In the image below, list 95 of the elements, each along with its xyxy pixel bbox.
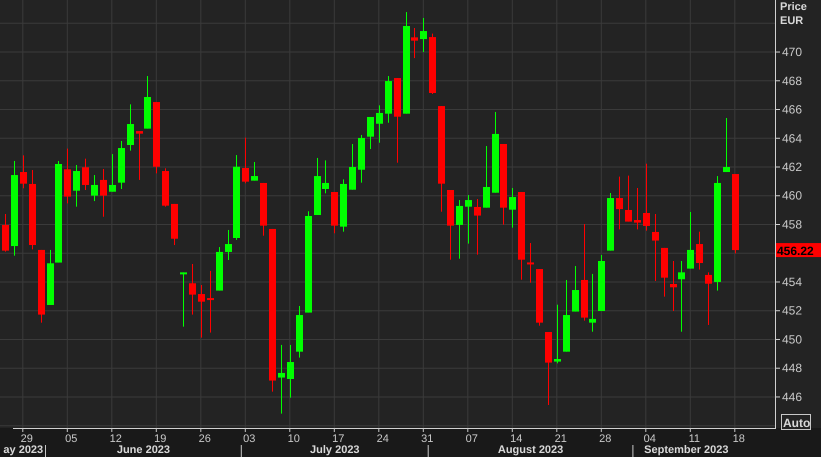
candlestick [465,195,472,244]
axis-label: 14 [510,433,522,445]
candlestick [91,175,98,202]
candlestick [661,248,668,297]
candlestick [118,141,125,189]
axis-label: 04 [644,433,656,445]
candlestick [483,146,490,208]
candlestick [429,34,436,94]
candlestick [509,188,516,228]
candlestick [687,212,694,269]
axis-label: 11 [688,433,700,445]
candlestick [260,182,267,236]
candlestick [251,162,258,181]
axis-label: 17 [332,433,344,445]
candlestick [367,117,374,150]
candlestick [643,164,650,231]
axis-label: 464 [782,131,802,146]
candlestick [420,18,427,52]
candlestick [358,134,365,183]
axis-label: 462 [782,160,802,174]
axis-label: 24 [376,433,389,445]
candlestick [242,138,249,184]
axis-label: 18 [732,433,745,445]
axis-label: 31 [421,433,434,445]
candlestick [331,192,338,234]
candlestick [616,176,623,230]
candlestick [296,306,303,358]
candlestick [198,285,205,338]
candlestick [385,76,392,123]
candlestick [207,270,214,333]
candlestick [287,344,294,398]
candlestick [278,344,285,414]
candlestick [554,304,561,364]
candlestick [607,193,614,251]
candlestick [652,214,659,281]
candlestick [456,200,463,259]
candlestick [474,199,481,255]
axis-label: 458 [782,218,802,232]
candlestick [376,105,383,143]
axis-label: 450 [782,332,802,346]
candlestick [109,154,116,192]
axis-title: Price [780,1,807,13]
auto-button[interactable]: Auto [781,414,811,430]
axis-label: 12 [110,433,122,445]
axis-label: 28 [599,433,612,445]
axis-label: 460 [782,188,802,203]
candlestick [572,266,579,312]
axis-label: 21 [554,433,567,445]
axis-label: 448 [782,361,802,376]
last-price-badge: 456.22 [776,243,821,258]
candlestick [20,155,27,188]
candlestick [696,232,703,270]
axis-label: 454 [782,274,802,289]
candlestick [349,144,356,190]
axis-label: 29 [20,433,33,445]
candlestick [340,179,347,232]
candlestick [216,247,223,291]
axis-label: 03 [243,433,256,445]
candlestick [625,176,632,222]
candlestick [73,165,80,207]
candlestick [447,190,454,260]
currency-label: EUR [780,15,804,27]
month-label: August 2023 [498,444,564,456]
candlestick [100,169,107,217]
axis-label: 452 [782,304,802,318]
candlestick [162,168,169,207]
candlestick [64,148,71,204]
axis-label: 10 [288,433,300,445]
candlestick [127,104,134,151]
axis-label: 05 [65,433,78,445]
axis-label: 07 [466,433,478,445]
month-label: ay 2023 [3,444,44,456]
axis-label: 466 [782,102,802,117]
month-label: June 2023 [116,444,170,456]
candlestick [82,158,89,190]
candlestick [189,264,196,315]
candlestick [153,102,160,174]
candlestick [2,214,9,252]
candlestick [598,254,605,311]
axis-label: 470 [782,45,802,60]
candlestick [171,204,178,246]
candlestick [527,243,534,283]
candlestick [136,131,143,180]
candlestick [144,76,151,129]
candlestick [634,188,641,230]
month-label: September 2023 [644,444,729,456]
candlestick [536,269,543,326]
candlestick [180,272,187,327]
candlestick [723,118,730,172]
candlestick [705,272,712,325]
axis-label: 446 [782,390,802,404]
axis-label: 19 [154,433,166,445]
month-label: July 2023 [310,444,360,456]
axis-label: 468 [782,74,802,88]
axis-label: 26 [198,433,211,445]
